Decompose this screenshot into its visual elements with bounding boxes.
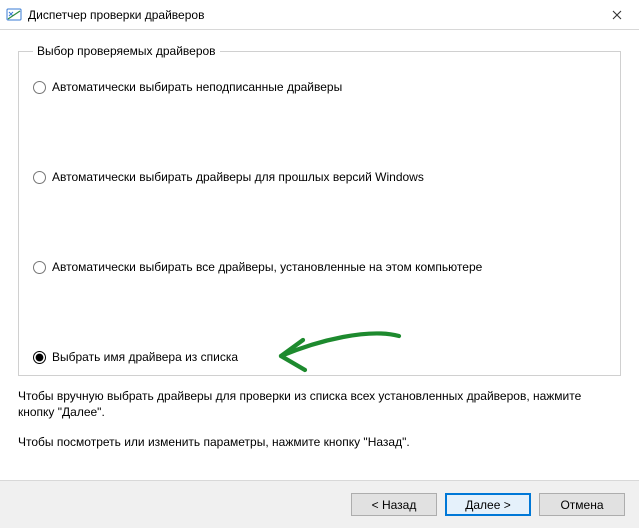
hand-drawn-arrow-annotation <box>269 322 409 382</box>
radio-fromlist-input[interactable] <box>33 351 46 364</box>
radio-unsigned-input[interactable] <box>33 81 46 94</box>
radio-all-label[interactable]: Автоматически выбирать все драйверы, уст… <box>52 260 482 274</box>
radio-oldwin-label[interactable]: Автоматически выбирать драйверы для прош… <box>52 170 424 184</box>
next-button[interactable]: Далее > <box>445 493 531 516</box>
app-icon <box>6 7 22 23</box>
radio-unsigned-label[interactable]: Автоматически выбирать неподписанные дра… <box>52 80 342 94</box>
driver-selection-group: Выбор проверяемых драйверов Автоматическ… <box>18 44 621 376</box>
radio-option-oldwin[interactable]: Автоматически выбирать драйверы для прош… <box>33 170 424 184</box>
cancel-button[interactable]: Отмена <box>539 493 625 516</box>
radio-oldwin-input[interactable] <box>33 171 46 184</box>
help-text: Чтобы вручную выбрать драйверы для прове… <box>18 388 621 451</box>
help-paragraph-2: Чтобы посмотреть или изменить параметры,… <box>18 434 621 450</box>
titlebar: Диспетчер проверки драйверов <box>0 0 639 30</box>
radio-fromlist-label[interactable]: Выбрать имя драйвера из списка <box>52 350 238 364</box>
group-legend: Выбор проверяемых драйверов <box>33 44 220 58</box>
help-paragraph-1: Чтобы вручную выбрать драйверы для прове… <box>18 388 621 420</box>
window-title: Диспетчер проверки драйверов <box>28 8 594 22</box>
radio-all-input[interactable] <box>33 261 46 274</box>
radio-option-unsigned[interactable]: Автоматически выбирать неподписанные дра… <box>33 80 342 94</box>
radio-option-fromlist[interactable]: Выбрать имя драйвера из списка <box>33 350 238 364</box>
content-area: Выбор проверяемых драйверов Автоматическ… <box>0 30 639 480</box>
close-button[interactable] <box>594 0 639 29</box>
button-bar: < Назад Далее > Отмена <box>0 480 639 528</box>
radio-option-all[interactable]: Автоматически выбирать все драйверы, уст… <box>33 260 482 274</box>
back-button[interactable]: < Назад <box>351 493 437 516</box>
